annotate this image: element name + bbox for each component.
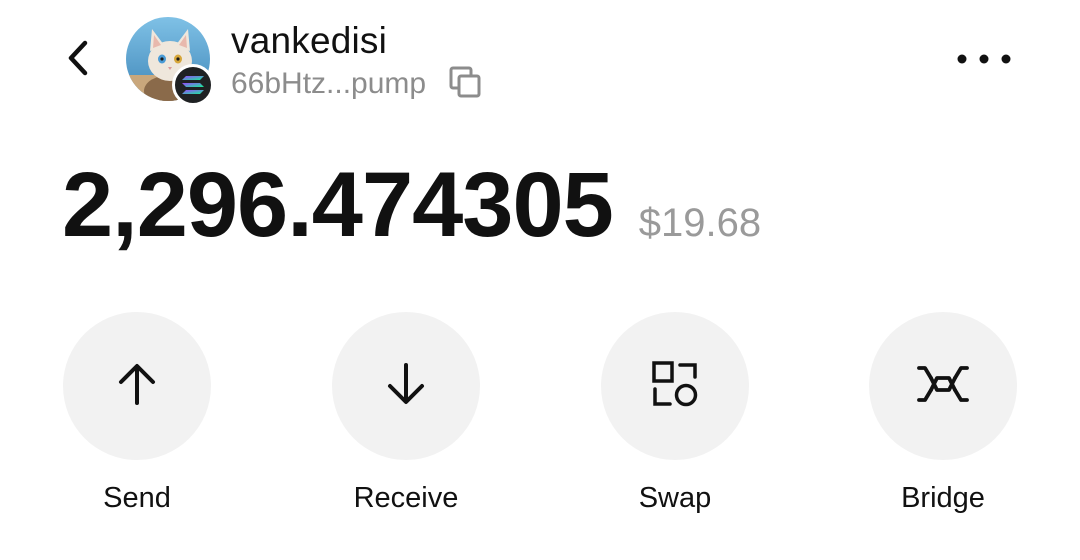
swap-label: Swap: [638, 482, 712, 514]
arrow-down-icon: [383, 361, 429, 412]
receive-label: Receive: [353, 482, 459, 514]
swap-circle[interactable]: [601, 312, 749, 460]
token-name: vankedisi: [231, 20, 388, 61]
copy-address-button[interactable]: [448, 65, 482, 104]
bridge-button[interactable]: Bridge: [868, 312, 1018, 516]
send-label: Send: [103, 482, 171, 514]
bridge-icon: [915, 362, 971, 411]
token-avatar: [126, 17, 214, 106]
receive-button[interactable]: Receive: [331, 312, 481, 516]
more-options-button[interactable]: [952, 40, 1016, 80]
back-button[interactable]: [56, 38, 100, 82]
send-button[interactable]: Send: [62, 312, 212, 516]
arrow-up-icon: [114, 361, 160, 412]
token-address: 66bHtz...pump: [231, 67, 427, 100]
bridge-label: Bridge: [901, 482, 985, 514]
balance-row: 2,296.474305 $19.68: [62, 155, 761, 255]
address-row: 66bHtz...pump: [231, 64, 482, 104]
send-circle[interactable]: [63, 312, 211, 460]
copy-icon: [448, 65, 482, 104]
token-balance: 2,296.474305: [62, 154, 614, 256]
more-horizontal-icon: [957, 51, 1011, 69]
receive-circle[interactable]: [332, 312, 480, 460]
solana-icon: [172, 64, 214, 106]
chevron-left-icon: [65, 39, 91, 82]
swap-button[interactable]: Swap: [600, 312, 750, 516]
swap-icon: [650, 359, 700, 414]
bridge-circle[interactable]: [869, 312, 1017, 460]
usd-value: $19.68: [638, 201, 762, 245]
